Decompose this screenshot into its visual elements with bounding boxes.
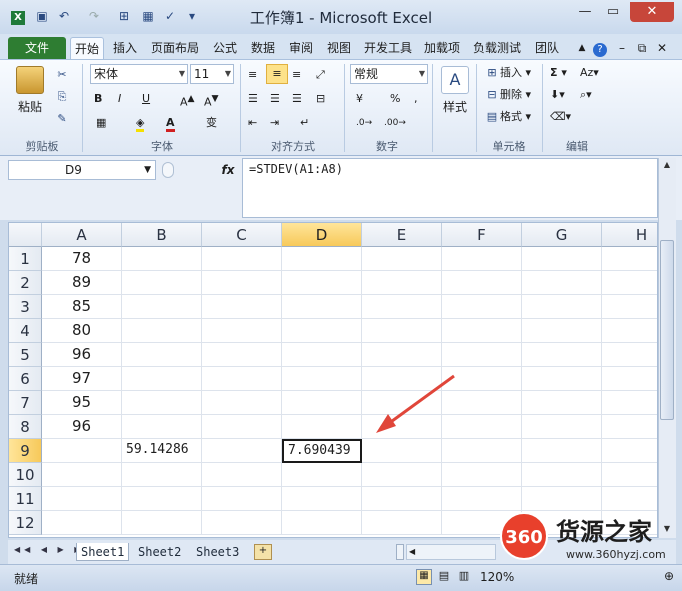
- watermark-logo: 360: [500, 512, 548, 560]
- watermark-brand: 货源之家: [556, 518, 652, 546]
- arrow-head: [376, 414, 396, 433]
- arrow-shaft: [387, 374, 455, 426]
- watermark-url: www.360hyzj.com: [566, 548, 666, 561]
- annotation-arrow: [376, 374, 455, 433]
